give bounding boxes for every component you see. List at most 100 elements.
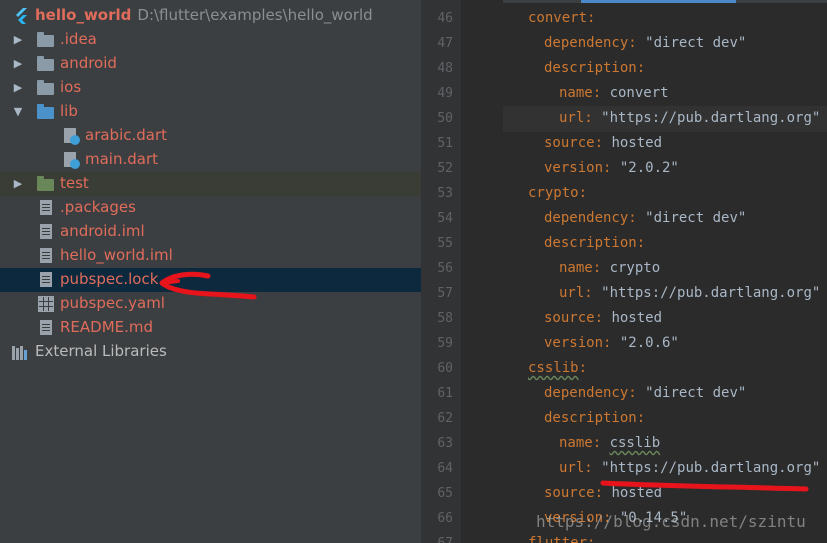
dart-file-icon (64, 128, 80, 145)
code-value: csslib (609, 435, 661, 451)
dart-file-icon (64, 152, 80, 169)
line-number: 54 (437, 211, 453, 226)
tree-item-ios[interactable]: ▶ ios (0, 76, 421, 100)
active-tab-indicator[interactable] (581, 0, 736, 3)
code-line: 65 source: hosted (421, 482, 827, 507)
code-value: "direct dev" (645, 35, 747, 51)
tree-item-label: ios (60, 78, 82, 96)
code-editor[interactable]: 46 convert: 47 dependency: "direct dev" … (421, 0, 827, 543)
tree-item-idea[interactable]: ▶ .idea (0, 28, 421, 52)
line-number: 63 (437, 436, 453, 451)
code-key: convert: (528, 10, 596, 26)
expand-arrow-icon[interactable]: ▶ (12, 82, 24, 94)
tree-item-label: test (60, 174, 89, 192)
line-number: 53 (437, 186, 453, 201)
line-number: 55 (437, 236, 453, 251)
line-number: 65 (437, 486, 453, 501)
code-line: 58 source: hosted (421, 307, 827, 332)
tree-item-pubspec-lock[interactable]: pubspec.lock (0, 268, 421, 292)
tree-item-readme[interactable]: README.md (0, 316, 421, 340)
yaml-file-icon (38, 296, 54, 312)
line-number: 67 (421, 536, 453, 543)
iml-file-icon (40, 248, 52, 263)
tree-item-label: .packages (60, 198, 136, 216)
tree-item-label: android (60, 54, 117, 72)
code-line: 63 name: csslib (421, 432, 827, 457)
code-value: "https://pub.dartlang.org" (601, 110, 821, 126)
tree-root-hello-world[interactable]: hello_world D:\flutter\examples\hello_wor… (0, 4, 421, 28)
code-key: name: (559, 435, 610, 451)
tree-item-main-dart[interactable]: main.dart (0, 148, 421, 172)
code-line: 60 csslib: (421, 357, 827, 382)
collapse-arrow-icon[interactable]: ▼ (12, 106, 24, 118)
code-value: "direct dev" (645, 385, 747, 401)
code-line: 61 dependency: "direct dev" (421, 382, 827, 407)
code-value: "direct dev" (645, 210, 747, 226)
file-icon (40, 272, 52, 287)
expand-arrow-icon[interactable]: ▶ (12, 178, 24, 190)
idea-folder-icon (37, 32, 54, 47)
folder-icon (37, 80, 54, 95)
expand-arrow-icon[interactable]: ▶ (12, 58, 24, 70)
code-key: name: (559, 85, 610, 101)
tree-item-label: lib (60, 102, 78, 120)
line-number: 58 (437, 311, 453, 326)
code-line: 59 version: "2.0.6" (421, 332, 827, 357)
tree-item-label: hello_world.iml (60, 246, 173, 264)
code-key: url: (559, 110, 602, 126)
tree-item-label: pubspec.lock (60, 270, 159, 288)
code-key: source: (544, 485, 612, 501)
project-name: hello_world (35, 6, 132, 24)
code-key: dependency: (544, 385, 646, 401)
line-number: 59 (437, 336, 453, 351)
line-number: 46 (437, 11, 453, 26)
tree-item-arabic-dart[interactable]: arabic.dart (0, 124, 421, 148)
expand-arrow-icon[interactable]: ▶ (12, 34, 24, 46)
tree-item-android-iml[interactable]: android.iml (0, 220, 421, 244)
code-line: 56 name: crypto (421, 257, 827, 282)
code-value: hosted (611, 135, 663, 151)
code-key: version: (544, 160, 620, 176)
code-value: "https://pub.dartlang.org" (601, 460, 821, 476)
project-panel: hello_world D:\flutter\examples\hello_wor… (0, 0, 421, 543)
code-value: crypto (609, 260, 661, 276)
code-value: "https://pub.dartlang.org" (601, 285, 821, 301)
code-value: hosted (611, 485, 663, 501)
line-number: 50 (437, 111, 453, 126)
line-number: 64 (437, 461, 453, 476)
code-line: 50 url: "https://pub.dartlang.org" (421, 107, 827, 132)
line-number: 48 (437, 61, 453, 76)
code-line: 48 description: (421, 57, 827, 82)
tree-item-packages[interactable]: .packages (0, 196, 421, 220)
code-key: flutter: (528, 535, 596, 543)
tree-item-label: pubspec.yaml (60, 294, 165, 312)
tree-item-label: External Libraries (35, 342, 167, 360)
code-value: "2.0.6" (619, 335, 679, 351)
code-line: 46 convert: (421, 7, 827, 32)
code-key: url: (559, 285, 602, 301)
code-key: csslib (528, 360, 579, 376)
code-line: 54 dependency: "direct dev" (421, 207, 827, 232)
libraries-icon (12, 344, 28, 360)
tree-item-lib[interactable]: ▼ lib (0, 100, 421, 124)
watermark: https://blog.csdn.net/szintu (536, 512, 806, 531)
tree-item-label: README.md (60, 318, 154, 336)
code-key: description: (544, 60, 646, 76)
tree-item-hello-world-iml[interactable]: hello_world.iml (0, 244, 421, 268)
code-line: 49 name: convert (421, 82, 827, 107)
code-key: source: (544, 135, 612, 151)
line-number: 66 (437, 511, 453, 526)
code-key: source: (544, 310, 612, 326)
code-key: name: (559, 260, 610, 276)
line-number: 52 (437, 161, 453, 176)
tree-item-external-libraries[interactable]: External Libraries (0, 340, 421, 364)
tree-item-pubspec-yaml[interactable]: pubspec.yaml (0, 292, 421, 316)
tree-item-test[interactable]: ▶ test (0, 172, 421, 196)
tree-item-label: main.dart (85, 150, 159, 168)
file-icon (40, 200, 52, 215)
code-line: 51 source: hosted (421, 132, 827, 157)
tree-item-label: android.iml (60, 222, 145, 240)
code-line: 52 version: "2.0.2" (421, 157, 827, 182)
code-line: 47 dependency: "direct dev" (421, 32, 827, 57)
tree-item-android[interactable]: ▶ android (0, 52, 421, 76)
